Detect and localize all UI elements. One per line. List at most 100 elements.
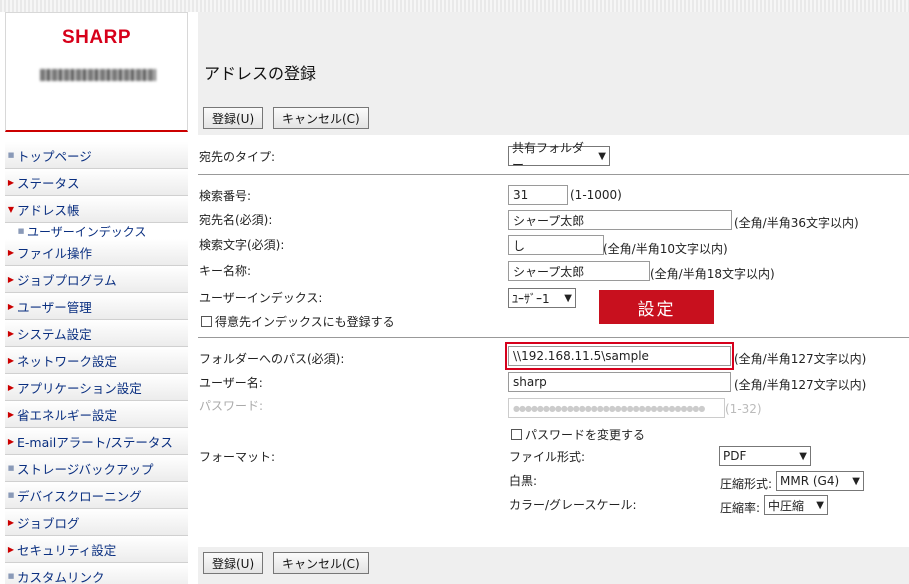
divider <box>198 337 909 338</box>
triangle-right-icon: ▶ <box>7 247 15 257</box>
square-bullet-icon: ■ <box>7 464 15 472</box>
triangle-right-icon: ▶ <box>7 382 15 392</box>
sidebar-item[interactable]: ▶ ジョブプログラム <box>5 266 188 293</box>
sidebar-item[interactable]: ▶ E-mailアラート/ステータス <box>5 428 188 455</box>
sidebar-item[interactable]: ▶ 省エネルギー設定 <box>5 401 188 428</box>
sidebar-item-label: ユーザーインデックス <box>27 224 147 239</box>
register-button[interactable]: 登録(U) <box>203 107 264 129</box>
sidebar-item[interactable]: ▶ ネットワーク設定 <box>5 347 188 374</box>
sidebar-item-label: ユーザー管理 <box>17 299 92 315</box>
search-no-label: 検索番号: <box>199 189 252 203</box>
search-char-input[interactable]: し <box>508 235 604 255</box>
sidebar-item[interactable]: ▼ アドレス帳 <box>5 196 188 223</box>
sidebar-item-label: ジョブプログラム <box>17 272 117 288</box>
register-button-bottom[interactable]: 登録(U) <box>203 552 264 574</box>
sidebar: SHARP ■ トップページ ▶ ステータス ▼ アドレス帳 ■ ユーザーインデックス ▶ ファイ… <box>0 12 190 584</box>
square-bullet-icon: ■ <box>17 227 25 235</box>
page-title: アドレスの登録 <box>204 64 317 83</box>
key-name-label: キー名称: <box>199 264 252 278</box>
folder-path-input[interactable]: \\192.168.11.5\sample <box>508 346 731 366</box>
sidebar-item[interactable]: ▶ システム設定 <box>5 320 188 347</box>
sidebar-item-label: アドレス帳 <box>17 202 80 218</box>
setting-callout: 設定 <box>599 290 714 324</box>
mono-label: 白黒: <box>509 474 538 488</box>
top-stripe <box>0 0 909 12</box>
sidebar-item-label: アプリケーション設定 <box>17 380 142 396</box>
sidebar-item[interactable]: ▶ ファイル操作 <box>5 239 188 266</box>
sidebar-item-label: システム設定 <box>17 326 92 342</box>
sidebar-item-label: ステータス <box>17 175 80 191</box>
sidebar-item[interactable]: ■ カスタムリンク <box>5 563 188 584</box>
sidebar-item-label: デバイスクローニング <box>17 488 142 504</box>
compression-rate-select[interactable]: 中圧縮 ▼ <box>764 495 828 515</box>
user-name-hint: (全角/半角127文字以内) <box>734 378 867 392</box>
sidebar-item[interactable]: ▶ セキュリティ設定 <box>5 536 188 563</box>
chevron-down-icon: ▼ <box>852 475 860 487</box>
user-name-input[interactable]: sharp <box>508 372 731 392</box>
password-input[interactable]: ●●●●●●●●●●●●●●●●●●●●●●●●●●●●●●●● <box>508 398 725 418</box>
cancel-button-bottom[interactable]: キャンセル(C) <box>273 552 369 574</box>
dest-type-select[interactable]: 共有フォルダー ▼ <box>508 141 610 172</box>
square-bullet-icon: ■ <box>7 151 15 159</box>
sharp-logo: SHARP <box>61 27 131 48</box>
user-index-label: ユーザーインデックス: <box>199 291 323 305</box>
sidebar-nav: ■ トップページ ▶ ステータス ▼ アドレス帳 ■ ユーザーインデックス ▶ ファイル操作 ▶ ジョ… <box>5 142 188 584</box>
change-password-checkbox[interactable]: パスワードを変更する <box>511 426 645 443</box>
triangle-right-icon: ▶ <box>7 301 15 311</box>
sidebar-item[interactable]: ▶ ジョブログ <box>5 509 188 536</box>
sidebar-item-label: E-mailアラート/ステータス <box>17 434 173 450</box>
sidebar-item-label: ジョブログ <box>17 515 80 531</box>
sidebar-item[interactable]: ■ トップページ <box>5 142 188 169</box>
password-label: パスワード: <box>199 399 264 413</box>
file-type-label: ファイル形式: <box>509 450 586 464</box>
color-label: カラー/グレースケール: <box>509 498 637 512</box>
search-char-hint: (全角/半角10文字以内) <box>603 242 728 256</box>
sidebar-item-label: ファイル操作 <box>17 245 93 261</box>
compression-mode-value: MMR (G4) <box>780 474 840 488</box>
user-index-value: ﾕｰｻﾞｰ1 <box>512 291 550 306</box>
compression-mode-select[interactable]: MMR (G4) ▼ <box>776 471 864 491</box>
checkbox-box <box>201 316 212 327</box>
search-char-label: 検索文字(必須): <box>199 238 285 252</box>
square-bullet-icon: ■ <box>7 491 15 499</box>
sidebar-item-label: ネットワーク設定 <box>17 353 118 369</box>
folder-path-label: フォルダーへのパス(必須): <box>199 352 345 366</box>
sidebar-item[interactable]: ▶ ステータス <box>5 169 188 196</box>
search-no-input[interactable]: 31 <box>508 185 568 205</box>
chevron-down-icon: ▼ <box>598 150 606 162</box>
sidebar-item-label: 省エネルギー設定 <box>17 407 118 423</box>
key-name-input[interactable]: シャープ太郎 <box>508 261 650 281</box>
triangle-right-icon: ▶ <box>7 436 15 446</box>
sidebar-item-label: トップページ <box>17 148 92 164</box>
triangle-right-icon: ▶ <box>7 177 15 187</box>
folder-path-hint: (全角/半角127文字以内) <box>734 352 867 366</box>
square-bullet-icon: ■ <box>7 572 15 580</box>
user-index-select[interactable]: ﾕｰｻﾞｰ1 ▼ <box>508 288 576 308</box>
change-password-label: パスワードを変更する <box>525 428 646 442</box>
favorite-index-label: 得意先インデックスにも登録する <box>215 315 395 329</box>
divider <box>198 174 909 175</box>
triangle-right-icon: ▶ <box>7 274 15 284</box>
favorite-index-checkbox[interactable]: 得意先インデックスにも登録する <box>201 313 395 330</box>
sidebar-item[interactable]: ■ ユーザーインデックス <box>5 223 188 239</box>
key-name-hint: (全角/半角18文字以内) <box>650 267 775 281</box>
dest-type-value: 共有フォルダー <box>512 141 585 172</box>
dest-name-input[interactable]: シャープ太郎 <box>508 210 732 230</box>
chevron-down-icon: ▼ <box>799 450 807 462</box>
dest-name-hint: (全角/半角36文字以内) <box>734 216 859 230</box>
chevron-down-icon: ▼ <box>816 499 824 511</box>
sidebar-item-label: ストレージバックアップ <box>17 461 154 477</box>
compression-rate-label: 圧縮率: <box>720 501 761 515</box>
brand-box: SHARP <box>5 12 188 132</box>
chevron-down-icon: ▼ <box>564 292 572 304</box>
triangle-right-icon: ▶ <box>7 544 15 554</box>
password-hint: (1-32) <box>725 402 762 416</box>
sidebar-item[interactable]: ▶ ユーザー管理 <box>5 293 188 320</box>
file-type-select[interactable]: PDF ▼ <box>719 446 811 466</box>
sidebar-item[interactable]: ■ デバイスクローニング <box>5 482 188 509</box>
sidebar-item[interactable]: ■ ストレージバックアップ <box>5 455 188 482</box>
cancel-button[interactable]: キャンセル(C) <box>273 107 369 129</box>
sidebar-item[interactable]: ▶ アプリケーション設定 <box>5 374 188 401</box>
triangle-right-icon: ▶ <box>7 355 15 365</box>
sidebar-item-label: カスタムリンク <box>17 569 105 584</box>
